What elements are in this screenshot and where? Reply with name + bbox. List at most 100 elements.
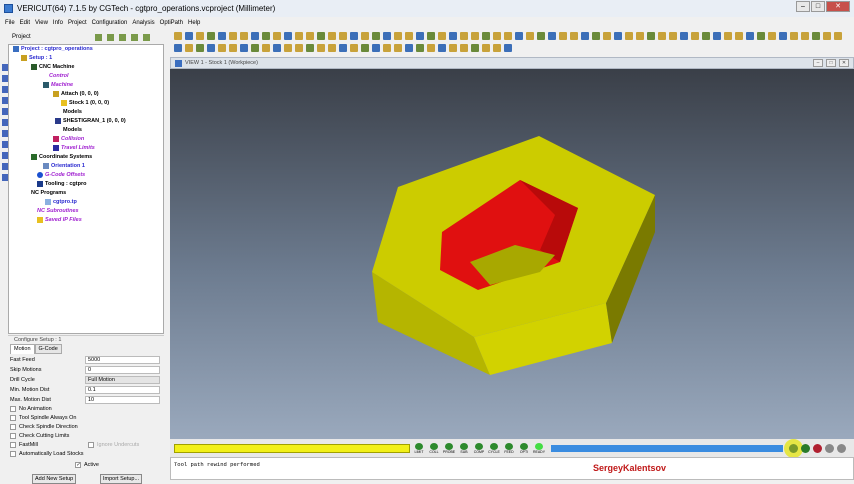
toolbar-icon[interactable]	[834, 32, 842, 40]
toolbar-icon[interactable]	[339, 44, 347, 52]
led-feed[interactable]: FEED	[503, 442, 515, 454]
toolbar-icon[interactable]	[504, 32, 512, 40]
add-new-setup-button[interactable]: Add New Setup	[32, 474, 77, 484]
toolbar-icon[interactable]	[427, 32, 435, 40]
tree-node-control[interactable]: Control	[49, 73, 69, 79]
toolbar-icon[interactable]	[427, 44, 435, 52]
fast-feed-input[interactable]: 5000	[85, 355, 160, 364]
play-button[interactable]	[837, 443, 846, 453]
tree-node-machine[interactable]: Machine	[43, 82, 73, 88]
toolbar-icon[interactable]	[790, 32, 798, 40]
toolbar-icon[interactable]	[746, 32, 754, 40]
toolbar-icon[interactable]	[438, 44, 446, 52]
toolbar-icon[interactable]	[658, 32, 666, 40]
tree-node-project[interactable]: Project : cgtpro_operations	[13, 46, 93, 52]
menu-file[interactable]: File	[5, 20, 15, 26]
tree-toolbar-icon[interactable]	[130, 33, 138, 41]
toolbar-icon[interactable]	[713, 32, 721, 40]
led-sub[interactable]: SUB	[458, 442, 470, 454]
toolbar-icon[interactable]	[471, 32, 479, 40]
toolbar-icon[interactable]	[625, 32, 633, 40]
toolbar-icon[interactable]	[361, 44, 369, 52]
max-motion-input[interactable]: 10	[85, 395, 160, 404]
toolbar-icon[interactable]	[801, 32, 809, 40]
toolbar-icon[interactable]	[262, 44, 270, 52]
toolbar-icon[interactable]	[262, 32, 270, 40]
toolbar-icon[interactable]	[757, 32, 765, 40]
menu-info[interactable]: Info	[53, 20, 63, 26]
tree-node-models[interactable]: Models	[63, 127, 82, 133]
toolbar-icon[interactable]	[240, 32, 248, 40]
menu-edit[interactable]: Edit	[20, 20, 30, 26]
toolbar-icon[interactable]	[273, 44, 281, 52]
toolbar-icon[interactable]	[317, 32, 325, 40]
tree-node-orientation[interactable]: Orientation 1	[43, 163, 85, 169]
tree-node-stock[interactable]: Stock 1 (0, 0, 0)	[61, 100, 109, 106]
skip-motions-input[interactable]: 0	[85, 365, 160, 374]
toolbar-icon[interactable]	[207, 32, 215, 40]
animation-slider[interactable]	[551, 444, 783, 452]
toolbar-icon[interactable]	[504, 44, 512, 52]
led-ready[interactable]: READY	[533, 442, 545, 454]
tree-node-coordinate-systems[interactable]: Coordinate Systems	[31, 154, 92, 160]
toolbar-icon[interactable]	[493, 32, 501, 40]
ignore-undercuts-checkbox[interactable]: Ignore Undercuts	[88, 442, 139, 448]
minimize-button[interactable]: –	[796, 1, 810, 12]
toolbar-icon[interactable]	[603, 32, 611, 40]
menu-analysis[interactable]: Analysis	[132, 20, 154, 26]
toolbar-icon[interactable]	[273, 32, 281, 40]
toolbar-icon[interactable]	[812, 32, 820, 40]
toolbar-icon[interactable]	[702, 32, 710, 40]
toolbar-icon[interactable]	[647, 32, 655, 40]
toolbar-icon[interactable]	[295, 32, 303, 40]
view-maximize-button[interactable]: □	[826, 59, 836, 67]
toolbar-icon[interactable]	[779, 32, 787, 40]
menu-help[interactable]: Help	[188, 20, 200, 26]
tree-node-setup[interactable]: Setup : 1	[21, 55, 52, 61]
toolbar-icon[interactable]	[394, 44, 402, 52]
led-limit[interactable]: LIMIT	[413, 442, 425, 454]
toolbar-icon[interactable]	[185, 32, 193, 40]
toolbar-icon[interactable]	[339, 32, 347, 40]
toolbar-icon[interactable]	[174, 32, 182, 40]
active-checkbox[interactable]: ✓ Active	[75, 462, 99, 468]
toolbar-icon[interactable]	[372, 32, 380, 40]
import-setup-button[interactable]: Import Setup...	[100, 474, 143, 484]
toolbar-icon[interactable]	[251, 32, 259, 40]
toolbar-icon[interactable]	[229, 32, 237, 40]
3d-viewport[interactable]	[170, 69, 854, 439]
toolbar-icon[interactable]	[537, 32, 545, 40]
toolbar-icon[interactable]	[482, 32, 490, 40]
tree-toolbar-icon[interactable]	[106, 33, 114, 41]
toolbar-icon[interactable]	[284, 32, 292, 40]
tree-node-models[interactable]: Models	[63, 109, 82, 115]
menu-project[interactable]: Project	[68, 20, 87, 26]
close-button[interactable]: ✕	[826, 1, 850, 12]
led-probe[interactable]: PROBE	[443, 442, 455, 454]
view-close-button[interactable]: ✕	[839, 59, 849, 67]
tree-toolbar-icon[interactable]	[118, 33, 126, 41]
tab-gcode[interactable]: G-Code	[34, 344, 62, 354]
step-button[interactable]	[801, 443, 810, 453]
maximize-button[interactable]: □	[811, 1, 825, 12]
toolbar-icon[interactable]	[350, 32, 358, 40]
led-opti[interactable]: OPTI	[518, 442, 530, 454]
check-spindle-direction-checkbox[interactable]: Check Spindle Direction	[10, 424, 78, 430]
toolbar-icon[interactable]	[581, 32, 589, 40]
toolbar-icon[interactable]	[515, 32, 523, 40]
toolbar-icon[interactable]	[251, 44, 259, 52]
toolbar-icon[interactable]	[350, 44, 358, 52]
toolbar-icon[interactable]	[493, 44, 501, 52]
toolbar-icon[interactable]	[185, 44, 193, 52]
toolbar-icon[interactable]	[669, 32, 677, 40]
toolbar-icon[interactable]	[680, 32, 688, 40]
toolbar-icon[interactable]	[416, 44, 424, 52]
tool-spindle-checkbox[interactable]: Tool Spindle Always On	[10, 415, 76, 421]
toolbar-icon[interactable]	[372, 44, 380, 52]
led-cycle[interactable]: CYCLE	[488, 442, 500, 454]
stop-button[interactable]	[813, 443, 822, 453]
toolbar-icon[interactable]	[328, 44, 336, 52]
toolbar-icon[interactable]	[306, 32, 314, 40]
toolbar-icon[interactable]	[394, 32, 402, 40]
led-coll[interactable]: COLL	[428, 442, 440, 454]
